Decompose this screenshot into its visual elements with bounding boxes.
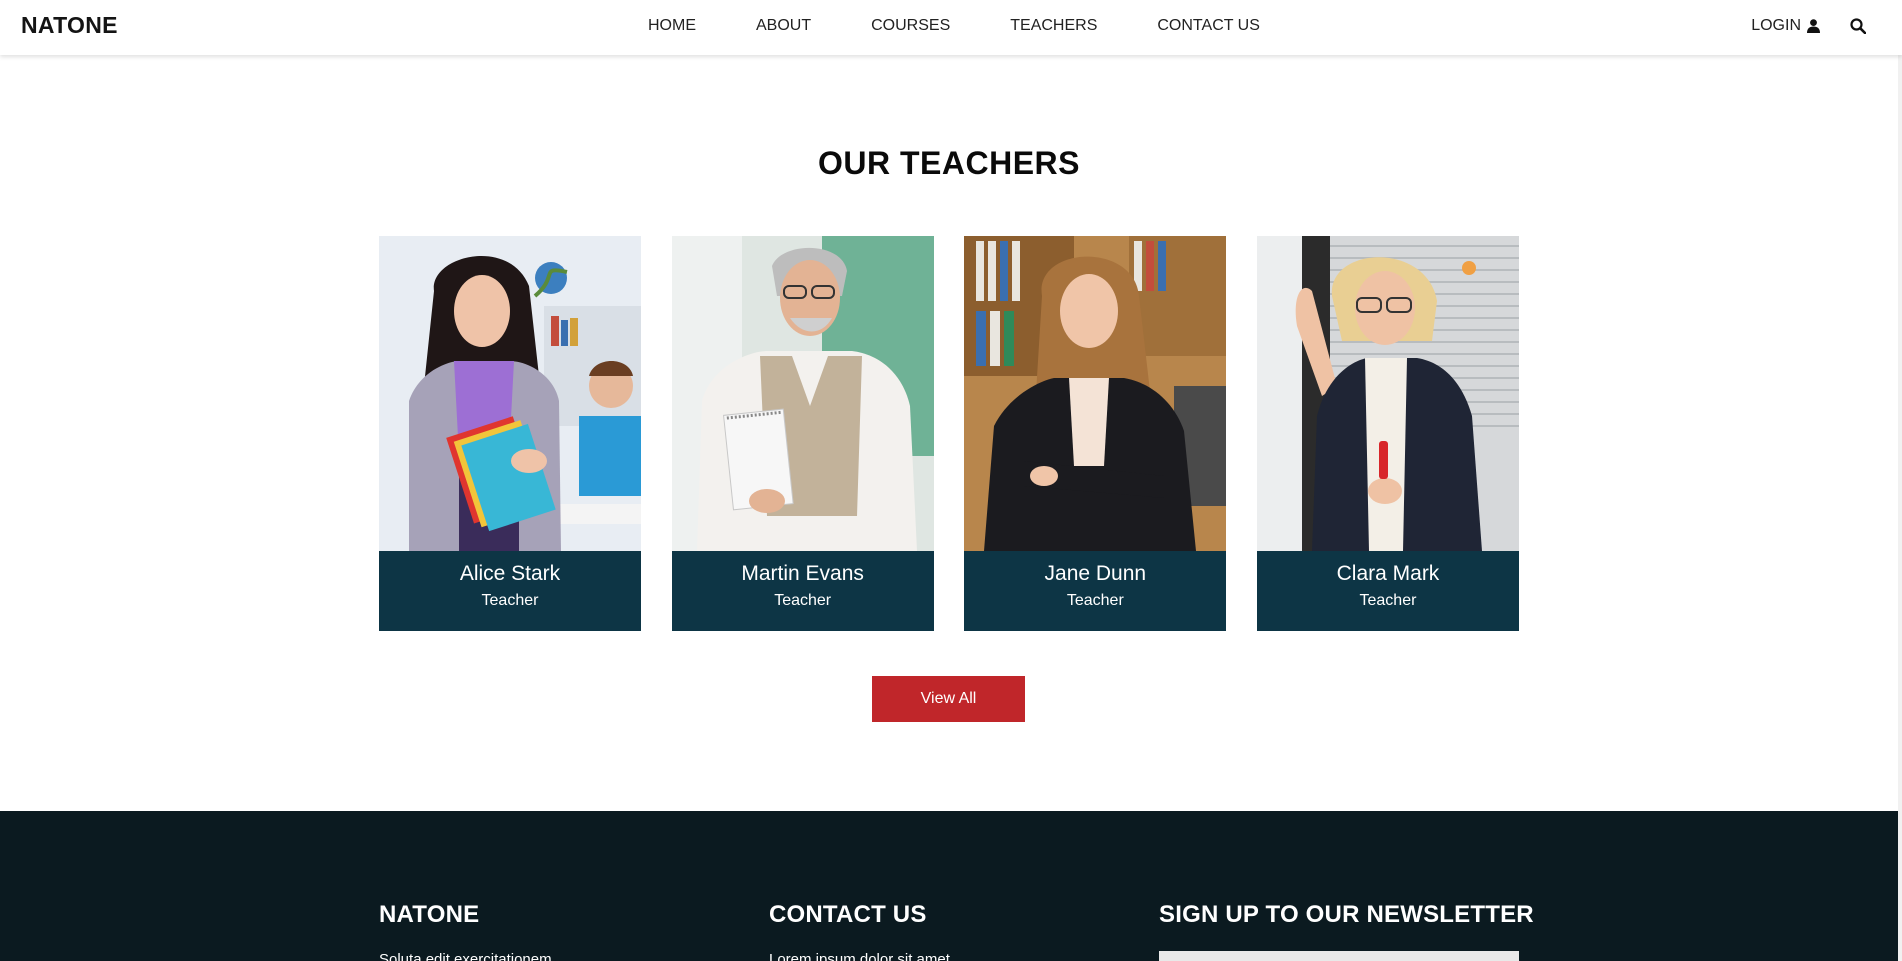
- teacher-role: Teacher: [1359, 592, 1417, 609]
- teacher-caption: Clara Mark Teacher: [1256, 551, 1519, 631]
- teacher-caption: Jane Dunn Teacher: [964, 551, 1227, 631]
- login-link[interactable]: LOGIN: [1751, 17, 1820, 35]
- teacher-photo: [1256, 236, 1519, 551]
- teacher-photo: [964, 236, 1227, 551]
- teacher-card[interactable]: Jane Dunn Teacher: [964, 236, 1227, 631]
- teacher-role: Teacher: [774, 592, 832, 609]
- teacher-photo: [671, 236, 934, 551]
- newsletter-email-input[interactable]: [1159, 951, 1519, 961]
- teacher-name: Jane Dunn: [1044, 562, 1147, 585]
- teacher-name: Alice Stark: [459, 562, 561, 585]
- main-nav: HOME ABOUT COURSES TEACHERS CONTACT US: [648, 17, 1260, 35]
- nav-teachers[interactable]: TEACHERS: [1010, 17, 1097, 35]
- teacher-name: Martin Evans: [741, 562, 864, 585]
- teacher-grid: Alice Stark Teacher Martin Evans Teacher…: [379, 236, 1519, 631]
- footer-newsletter-column: SIGN UP TO OUR NEWSLETTER: [1159, 901, 1534, 961]
- footer-brand-column: NATONE Soluta edit exercitationem: [379, 901, 552, 961]
- teacher-card[interactable]: Alice Stark Teacher: [379, 236, 641, 631]
- teacher-caption: Martin Evans Teacher: [671, 551, 934, 631]
- nav-home[interactable]: HOME: [648, 17, 696, 35]
- top-navbar: NATONE HOME ABOUT COURSES TEACHERS CONTA…: [0, 0, 1902, 55]
- footer-heading: NATONE: [379, 901, 480, 928]
- section-title: OUR TEACHERS: [817, 145, 1080, 181]
- teacher-card[interactable]: Martin Evans Teacher: [671, 236, 934, 631]
- user-icon: [1807, 19, 1820, 33]
- footer-heading: CONTACT US: [769, 901, 927, 928]
- teacher-role: Teacher: [481, 592, 539, 609]
- footer-text: Soluta edit exercitationem: [379, 951, 552, 961]
- search-icon[interactable]: [1850, 18, 1866, 34]
- teacher-card[interactable]: Clara Mark Teacher: [1256, 236, 1519, 631]
- footer-heading: SIGN UP TO OUR NEWSLETTER: [1159, 901, 1534, 928]
- footer-text: Lorem ipsum dolor sit amet: [769, 951, 950, 961]
- login-label: LOGIN: [1751, 17, 1801, 34]
- nav-about[interactable]: ABOUT: [756, 17, 811, 35]
- footer-contact-column: CONTACT US Lorem ipsum dolor sit amet: [769, 901, 950, 961]
- site-footer: NATONE Soluta edit exercitationem CONTAC…: [0, 811, 1902, 961]
- teacher-photo: [379, 236, 641, 551]
- brand-logo[interactable]: NATONE: [21, 12, 118, 39]
- page-scrollbar[interactable]: [1898, 0, 1902, 961]
- teacher-name: Clara Mark: [1336, 562, 1440, 585]
- teacher-role: Teacher: [1066, 592, 1124, 609]
- view-all-button[interactable]: View All: [872, 676, 1025, 722]
- nav-contact-us[interactable]: CONTACT US: [1157, 17, 1260, 35]
- nav-courses[interactable]: COURSES: [871, 17, 950, 35]
- nav-actions: LOGIN: [1751, 17, 1866, 35]
- teacher-caption: Alice Stark Teacher: [379, 551, 641, 631]
